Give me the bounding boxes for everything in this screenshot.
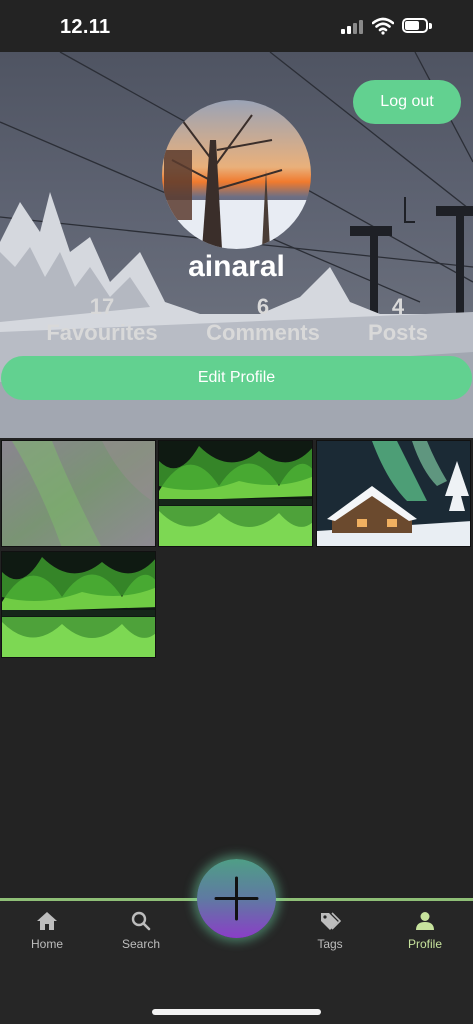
nav-item-search[interactable]: Search xyxy=(101,911,181,951)
stat-posts[interactable]: 4 Posts xyxy=(362,294,434,346)
stat-favourites-label: Favourites xyxy=(46,320,158,345)
username: ainaral xyxy=(188,250,285,283)
avatar[interactable] xyxy=(162,100,311,249)
nav-label-search: Search xyxy=(121,937,161,951)
status-bar: 12.11 xyxy=(0,0,473,52)
status-time: 12.11 xyxy=(60,16,111,38)
stat-favourites-count: 17 xyxy=(89,294,115,319)
tags-icon xyxy=(321,912,341,930)
post-thumbnail[interactable] xyxy=(1,440,156,547)
stat-posts-label: Posts xyxy=(368,320,428,345)
nav-label-tags: Tags xyxy=(317,937,343,951)
stat-comments-label: Comments xyxy=(206,320,320,345)
edit-profile-button[interactable]: Edit Profile xyxy=(1,356,472,400)
nav-item-tags[interactable]: Tags xyxy=(290,911,370,951)
person-icon xyxy=(416,912,434,930)
stat-comments-count: 6 xyxy=(256,294,270,319)
nav-label-home: Home xyxy=(30,937,63,951)
home-indicator[interactable] xyxy=(152,1009,321,1015)
post-thumbnail[interactable] xyxy=(1,551,156,658)
stat-comments[interactable]: 6 Comments xyxy=(200,294,326,346)
nav-label-profile: Profile xyxy=(407,937,442,951)
nav-item-home[interactable]: Home xyxy=(7,911,87,951)
signal-icon xyxy=(341,20,365,34)
search-icon xyxy=(131,911,151,931)
home-icon xyxy=(37,912,57,930)
post-thumbnail[interactable] xyxy=(316,440,471,547)
battery-icon xyxy=(402,18,432,34)
plus-icon xyxy=(214,876,259,921)
add-post-button[interactable] xyxy=(197,859,276,938)
stat-posts-count: 4 xyxy=(391,294,405,319)
post-thumbnail[interactable] xyxy=(158,440,313,547)
profile-header: Log out ainaral 17 Favourites 6 Comments… xyxy=(0,52,473,438)
nav-item-profile[interactable]: Profile xyxy=(385,911,465,951)
stat-favourites[interactable]: 17 Favourites xyxy=(40,294,164,346)
logout-button[interactable]: Log out xyxy=(353,80,461,124)
wifi-icon xyxy=(372,17,394,35)
